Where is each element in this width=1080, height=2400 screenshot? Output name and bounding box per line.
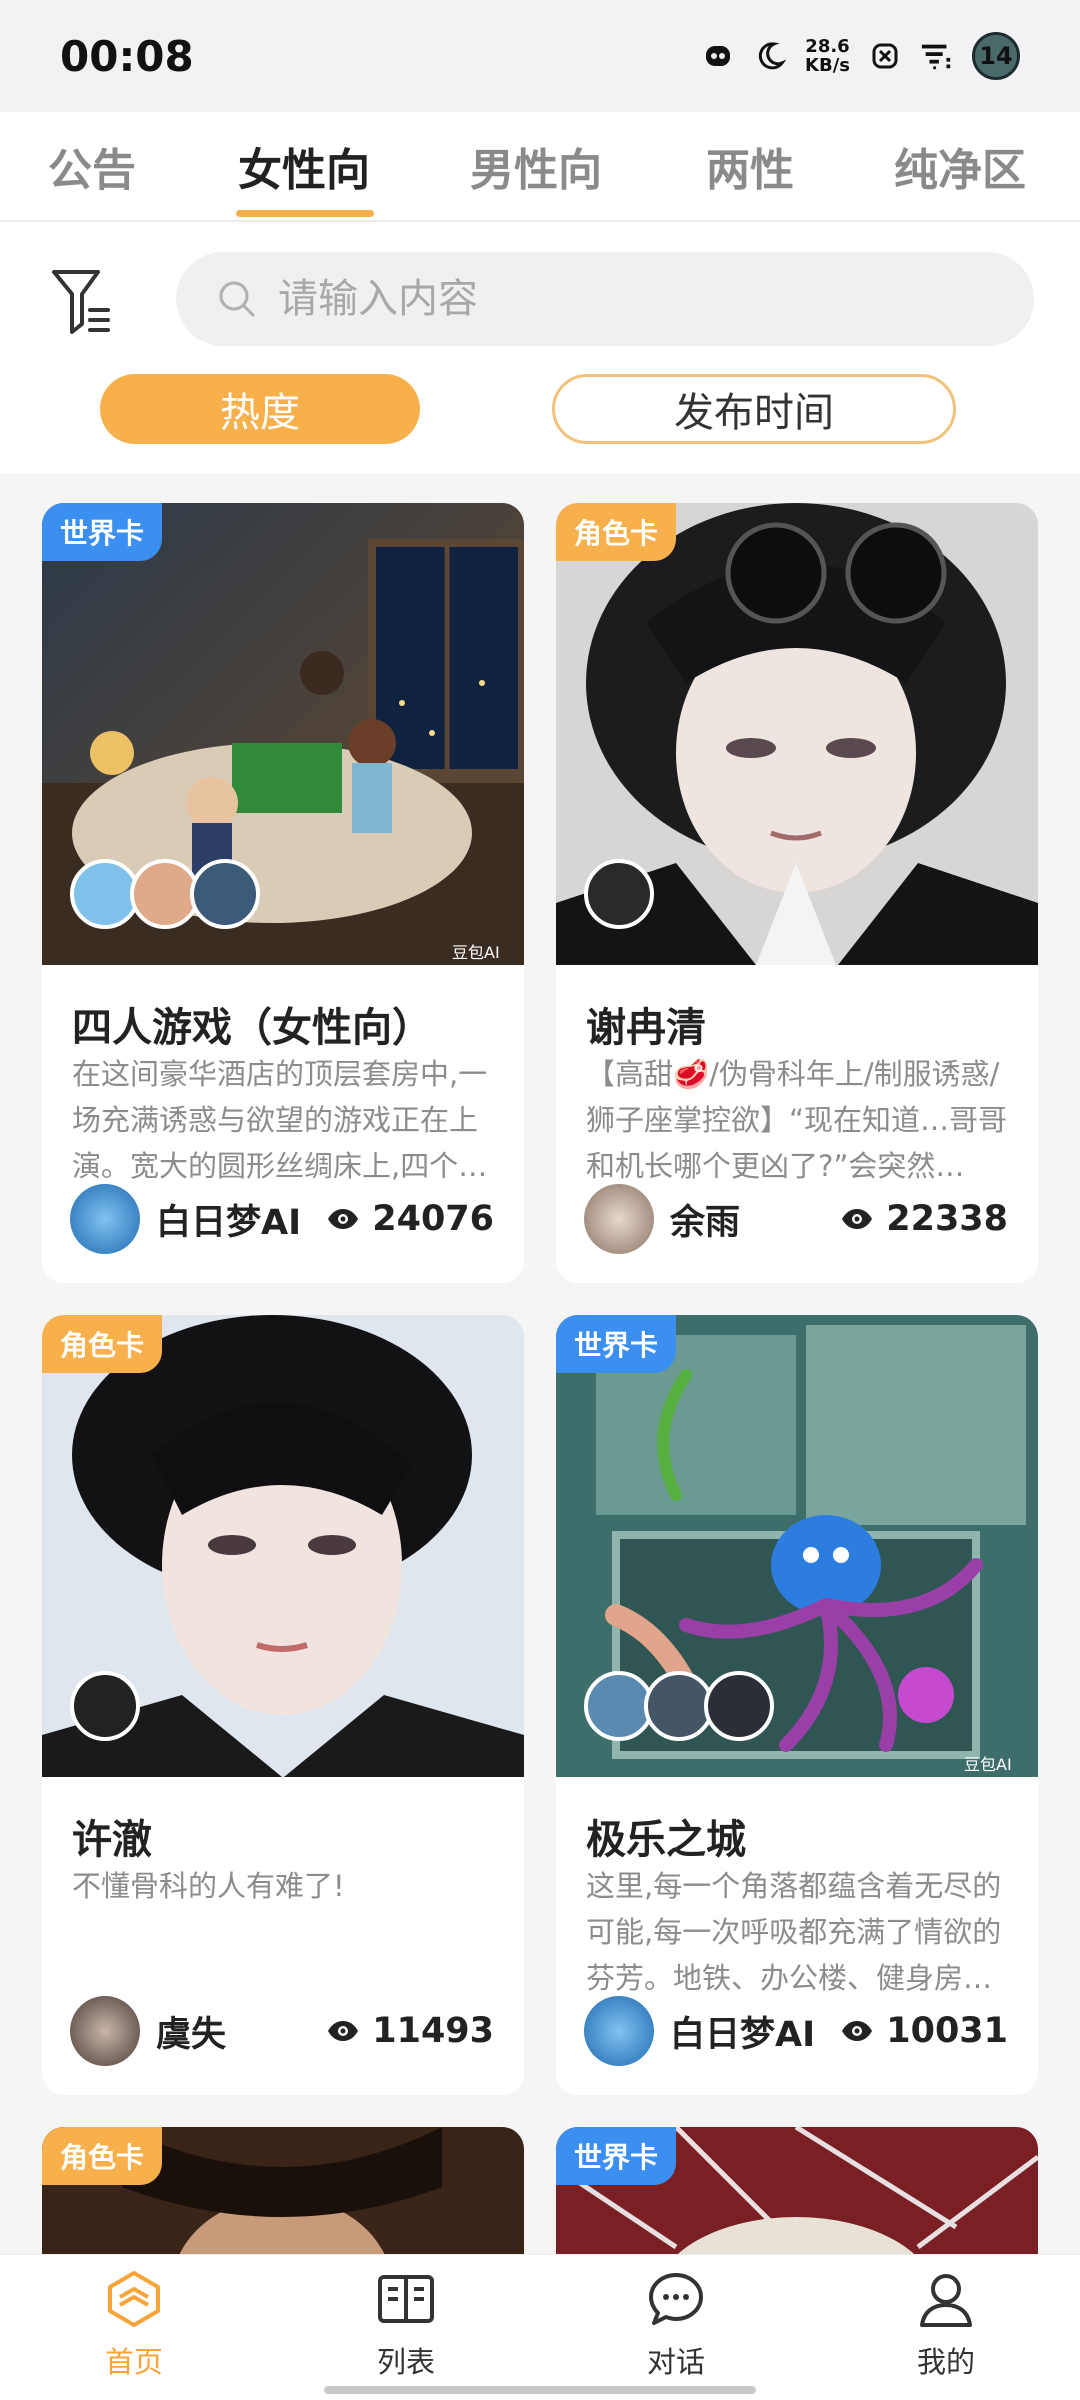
tab-female-oriented[interactable]: 女性向 xyxy=(238,134,370,198)
avatar xyxy=(190,859,260,929)
do-not-disturb-icon xyxy=(753,39,787,73)
card-author[interactable]: 白日梦AI xyxy=(584,1995,815,2067)
card-author[interactable]: 虞失 xyxy=(70,1995,226,2067)
author-avatar xyxy=(584,1184,654,1254)
net-speed-value: 28.6 xyxy=(805,36,850,57)
view-count: 22338 xyxy=(840,1193,1008,1245)
active-tab-indicator xyxy=(236,210,374,217)
character-avatars xyxy=(70,1671,140,1741)
home-indicator[interactable] xyxy=(324,2386,756,2394)
svg-text:豆包AI: 豆包AI xyxy=(964,1755,1012,1774)
author-avatar xyxy=(70,1996,140,2066)
card-title: 许澈 xyxy=(72,1817,152,1863)
bottom-navigation: 首页 列表 对话 我的 xyxy=(0,2254,1080,2400)
card-description: 【高甜🥩/伪骨科年上/制服诱惑/狮子座掌控欲】“现在知道…哥哥和机长哪个更凶了?… xyxy=(586,1057,1008,1183)
filter-icon xyxy=(52,270,110,334)
tab-clean-zone[interactable]: 纯净区 xyxy=(894,134,1026,198)
category-tabs: 公告 女性向 男性向 两性 纯净区 xyxy=(0,112,1080,222)
search-bar[interactable] xyxy=(176,252,1034,346)
home-icon xyxy=(108,2271,160,2327)
chat-icon xyxy=(649,2273,703,2325)
search-area: 热度 发布时间 xyxy=(0,222,1080,474)
notification-icon xyxy=(701,39,735,73)
eye-icon xyxy=(842,1209,873,1229)
nav-chat-label: 对话 xyxy=(646,2345,705,2379)
view-count: 11493 xyxy=(326,2005,494,2057)
nav-profile-label: 我的 xyxy=(916,2345,975,2379)
search-icon xyxy=(219,281,255,317)
status-icons: 28.6 KB/s 14 xyxy=(701,32,1020,80)
nav-profile[interactable]: 我的 xyxy=(866,2269,1026,2381)
nav-list[interactable]: 列表 xyxy=(326,2269,486,2381)
nav-home[interactable]: 首页 xyxy=(54,2269,214,2381)
status-bar: 00:08 28.6 KB/s 14 xyxy=(0,0,1080,112)
character-avatars xyxy=(584,859,654,929)
nav-home-label: 首页 xyxy=(104,2345,163,2379)
tab-male-oriented[interactable]: 男性向 xyxy=(470,134,602,198)
nav-list-label: 列表 xyxy=(376,2345,435,2379)
card-title: 四人游戏（女性向） xyxy=(72,1005,432,1051)
card-description: 这里,每一个角落都蕴含着无尽的可能,每一次呼吸都充满了情欲的芬芳。地铁、办公楼、… xyxy=(586,1869,1002,1995)
views-number: 11493 xyxy=(372,2011,494,2051)
card-title: 谢冉清 xyxy=(586,1005,706,1051)
views-number: 24076 xyxy=(372,1199,494,1239)
profile-icon xyxy=(920,2274,972,2327)
sort-by-time-button[interactable]: 发布时间 xyxy=(552,374,956,444)
tab-announcement[interactable]: 公告 xyxy=(48,134,136,198)
book-icon xyxy=(378,2275,434,2323)
views-number: 22338 xyxy=(886,1199,1008,1239)
status-time: 00:08 xyxy=(60,31,194,81)
avatar xyxy=(70,1671,140,1741)
role-card-badge: 角色卡 xyxy=(42,2127,163,2185)
search-input[interactable] xyxy=(278,276,998,322)
view-count: 24076 xyxy=(326,1193,494,1245)
avatar xyxy=(584,859,654,929)
author-name: 余雨 xyxy=(670,1202,741,1243)
tab-both[interactable]: 两性 xyxy=(706,134,794,198)
card-xie-ranqing[interactable]: 角色卡 谢冉清 【高甜🥩/伪骨科年上/制服诱惑/狮子座掌控欲】“现在知道…哥哥和… xyxy=(556,503,1038,1283)
author-avatar xyxy=(70,1184,140,1254)
role-card-badge: 角色卡 xyxy=(42,1315,163,1373)
card-four-person-game[interactable]: 豆包AI 世界卡 四人游戏（女性向） 在这间豪华酒店的顶层套房中,一场充满诱惑与… xyxy=(42,503,524,1283)
character-avatars xyxy=(70,859,260,929)
eye-icon xyxy=(842,2021,873,2041)
nav-chat[interactable]: 对话 xyxy=(596,2269,756,2381)
card-description: 在这间豪华酒店的顶层套房中,一场充满诱惑与欲望的游戏正在上演。宽大的圆形丝绸床上… xyxy=(72,1057,488,1183)
author-name: 白日梦AI xyxy=(670,2014,816,2055)
view-count: 10031 xyxy=(840,2005,1008,2057)
network-speed: 28.6 KB/s xyxy=(805,37,850,75)
card-author[interactable]: 白日梦AI xyxy=(70,1183,301,1255)
author-name: 白日梦AI xyxy=(156,1202,302,1243)
net-speed-unit: KB/s xyxy=(805,55,850,76)
author-avatar xyxy=(584,1996,654,2066)
card-description: 不懂骨科的人有难了! xyxy=(72,1869,345,1903)
world-card-badge: 世界卡 xyxy=(556,1315,677,1373)
card-pleasure-city[interactable]: 豆包AI 世界卡 极乐之城 这里,每一个角落都蕴含着无尽的可能,每一次呼吸都充满… xyxy=(556,1315,1038,2095)
battery-indicator: 14 xyxy=(972,32,1020,80)
eye-icon xyxy=(328,2021,359,2041)
avatar xyxy=(704,1671,774,1741)
card-xu-che[interactable]: 角色卡 许澈 不懂骨科的人有难了! 虞失 11493 xyxy=(42,1315,524,2095)
eye-icon xyxy=(328,1209,359,1229)
wifi-icon xyxy=(920,39,954,73)
world-card-badge: 世界卡 xyxy=(42,503,163,561)
character-avatars xyxy=(584,1671,774,1741)
svg-text:豆包AI: 豆包AI xyxy=(452,943,500,962)
author-name: 虞失 xyxy=(156,2014,227,2055)
world-card-badge: 世界卡 xyxy=(556,2127,677,2185)
role-card-badge: 角色卡 xyxy=(556,503,677,561)
views-number: 10031 xyxy=(886,2011,1008,2051)
sort-by-popularity-button[interactable]: 热度 xyxy=(100,374,420,444)
card-title: 极乐之城 xyxy=(586,1817,746,1863)
sim-disabled-icon xyxy=(868,39,902,73)
filter-button[interactable] xyxy=(50,266,114,338)
card-author[interactable]: 余雨 xyxy=(584,1183,740,1255)
